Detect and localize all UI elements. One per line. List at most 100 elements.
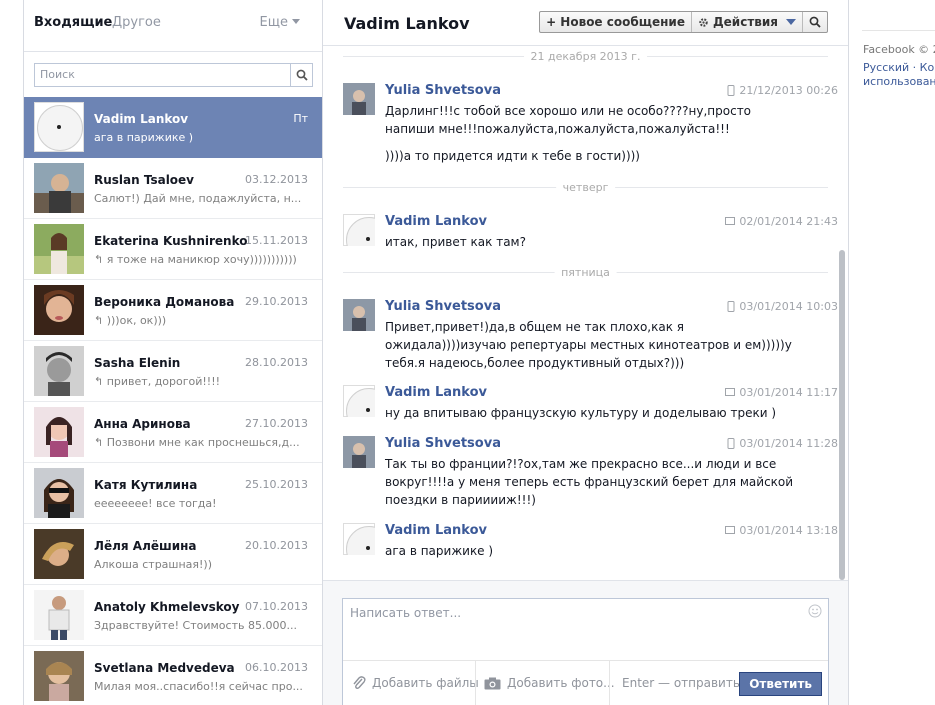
actions-button[interactable]: Действия	[692, 12, 803, 32]
avatar	[34, 590, 84, 640]
more-label: Еще	[259, 15, 288, 30]
enter-to-send-toggle[interactable]: Enter — отправить	[622, 661, 757, 705]
message-sender[interactable]: Vadim Lankov	[385, 523, 487, 538]
conversation-item[interactable]: Ekaterina Kushnirenko 15.11.2013 ↰ я тож…	[24, 219, 322, 280]
emoticon-icon[interactable]	[808, 604, 822, 618]
conversation-name: Ekaterina Kushnirenko	[94, 234, 248, 248]
date-divider: пятница	[343, 266, 828, 279]
attach-photo-button[interactable]: Добавить фото...	[484, 661, 615, 705]
actions-label: Действия	[712, 15, 778, 29]
right-rail: Facebook © 20 Русский · Конс использован…	[849, 0, 935, 705]
search-input[interactable]: Поиск	[34, 63, 313, 87]
message-time: 03/01/2014 11:28	[727, 437, 838, 450]
message-sender[interactable]: Yulia Shvetsova	[385, 436, 501, 451]
message-time: 03/01/2014 10:03	[727, 300, 838, 313]
message-time: 02/01/2014 21:43	[725, 215, 838, 228]
footer-link[interactable]: Русский · Конс	[863, 61, 935, 75]
conversation-item[interactable]: Катя Кутилина 25.10.2013 eeeeeeee! все т…	[24, 463, 322, 524]
tab-inbox[interactable]: Входящие	[34, 15, 112, 30]
conversation-item[interactable]: Sasha Elenin 28.10.2013 ↰ привет, дорого…	[24, 341, 322, 402]
tab-other[interactable]: Другое	[112, 15, 161, 30]
conversation-item[interactable]: Лёля Алёшина 20.10.2013 Алкоша страшная!…	[24, 524, 322, 585]
conversation-name: Sasha Elenin	[94, 356, 181, 370]
message-time: 03/01/2014 13:18	[725, 524, 838, 537]
thread-panel: Vadim Lankov + Новое сообщение Действия …	[323, 0, 849, 705]
conversation-name: Anatoly Khmelevskoy	[94, 600, 240, 614]
conversation-date: 07.10.2013	[245, 600, 308, 613]
message-time: 21/12/2013 00:26	[727, 84, 838, 97]
message-text: Привет,привет!)да,в общем не так плохо,к…	[385, 320, 792, 370]
conversation-item[interactable]: Анна Аринова 27.10.2013 ↰ Позвони мне ка…	[24, 402, 322, 463]
avatar	[34, 651, 84, 701]
message-sender[interactable]: Yulia Shvetsova	[385, 83, 501, 98]
avatar[interactable]	[343, 214, 375, 246]
reply-input[interactable]: Написать ответ...	[350, 606, 461, 620]
mobile-icon	[727, 438, 735, 449]
message-sender[interactable]: Vadim Lankov	[385, 214, 487, 229]
message-text: итак, привет как там?	[385, 235, 526, 249]
attach-files-label: Добавить файлы	[372, 676, 479, 690]
conversation-date: 28.10.2013	[245, 356, 308, 369]
conversation-name: Анна Аринова	[94, 417, 191, 431]
avatar[interactable]	[343, 83, 375, 115]
chat-icon	[725, 525, 736, 534]
search-button[interactable]	[290, 64, 312, 86]
conversation-name: Лёля Алёшина	[94, 539, 197, 553]
message-text: ну да впитываю французскую культуру и до…	[385, 406, 777, 420]
thread-header: Vadim Lankov + Новое сообщение Действия	[323, 0, 848, 46]
conversation-snippet: ↰ )))ок, ок)))	[94, 314, 167, 327]
attach-photo-label: Добавить фото...	[507, 676, 615, 690]
message-time-value: 03/01/2014 11:28	[739, 437, 838, 450]
avatar	[34, 346, 84, 396]
mobile-icon	[727, 85, 735, 96]
message-time: 03/01/2014 11:17	[725, 386, 838, 399]
divider	[862, 30, 935, 31]
scrollbar[interactable]	[839, 250, 845, 580]
avatar[interactable]	[343, 436, 375, 468]
search-placeholder: Поиск	[40, 68, 75, 81]
conversation-item[interactable]: Ruslan Tsaloev 03.12.2013 Салют!) Дай мн…	[24, 158, 322, 219]
conversation-item[interactable]: Вероника Доманова 29.10.2013 ↰ )))ок, ок…	[24, 280, 322, 341]
conversation-date: 15.11.2013	[245, 234, 308, 247]
date-divider-label: 21 декабря 2013 г.	[523, 50, 648, 63]
more-menu[interactable]: Еще	[260, 15, 300, 30]
copyright-text: Facebook © 20	[863, 43, 935, 56]
thread-search-button[interactable]	[803, 12, 827, 32]
conversation-snippet: ага в парижике )	[94, 131, 194, 144]
enter-to-send-label: Enter — отправить	[622, 676, 740, 690]
thread-toolbar: + Новое сообщение Действия	[539, 11, 828, 33]
footer-link[interactable]: использовани	[863, 75, 935, 89]
conversation-snippet: Салют!) Дай мне, подажлуйста, н...	[94, 192, 302, 205]
avatar	[34, 407, 84, 457]
new-message-button[interactable]: + Новое сообщение	[540, 12, 692, 32]
chevron-down-icon	[786, 19, 796, 25]
message-time-value: 03/01/2014 11:17	[739, 386, 838, 399]
conversation-name: Ruslan Tsaloev	[94, 173, 195, 187]
avatar[interactable]	[343, 523, 375, 555]
message-body: Дарлинг!!!с тобой все хорошо или не особ…	[385, 102, 795, 174]
message-sender[interactable]: Vadim Lankov	[385, 385, 487, 400]
message-time-value: 03/01/2014 10:03	[739, 300, 838, 313]
conversation-item-vadim-lankov[interactable]: Vadim Lankov Пт ага в парижике )	[24, 97, 322, 158]
conversation-date: 25.10.2013	[245, 478, 308, 491]
attach-files-button[interactable]: Добавить файлы	[352, 661, 479, 705]
conversation-date: 03.12.2013	[245, 173, 308, 186]
avatar[interactable]	[343, 385, 375, 417]
footer-links: Русский · Конс использовани	[863, 61, 935, 89]
reply-button[interactable]: Ответить	[739, 672, 822, 696]
avatar[interactable]	[343, 299, 375, 331]
conversation-date: 06.10.2013	[245, 661, 308, 674]
folder-tabs: Входящие Другое Еще	[24, 0, 322, 52]
conversation-item[interactable]: Svetlana Medvedeva 06.10.2013 Милая моя.…	[24, 646, 322, 705]
conversation-item[interactable]: Anatoly Khmelevskoy 07.10.2013 Здравству…	[24, 585, 322, 646]
chat-icon	[725, 216, 736, 225]
paperclip-icon	[353, 676, 366, 690]
message-sender[interactable]: Yulia Shvetsova	[385, 299, 501, 314]
message-body: итак, привет как там?	[385, 233, 795, 260]
camera-icon	[484, 677, 501, 689]
mobile-icon	[727, 301, 735, 312]
message-text: Дарлинг!!!с тобой все хорошо или не особ…	[385, 104, 752, 136]
message-text: Так ты во франции?!?ох,там же прекрасно …	[385, 457, 794, 507]
conversation-snippet: Милая моя..спасибо!!я сейчас про...	[94, 680, 303, 693]
gear-icon	[699, 17, 708, 27]
